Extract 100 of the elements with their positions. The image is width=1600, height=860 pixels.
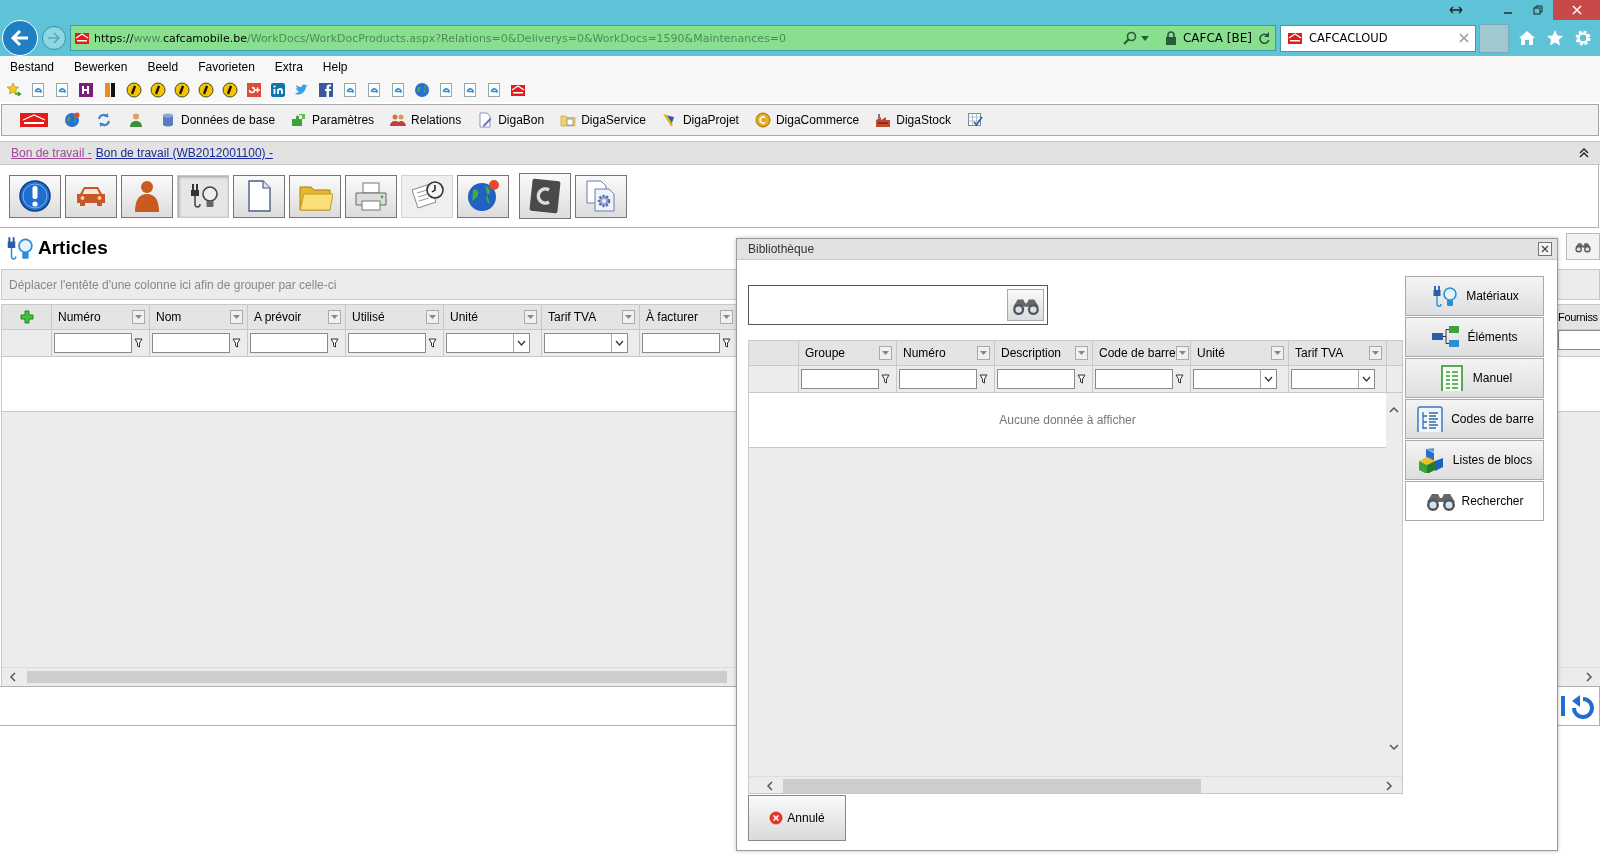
close-button[interactable]: [1538, 242, 1552, 256]
filter-dropdown[interactable]: [446, 333, 530, 353]
cancel-button[interactable]: Annulé: [748, 795, 846, 841]
refresh-icon[interactable]: [1258, 32, 1270, 44]
column-header[interactable]: Tarif TVA: [1295, 346, 1344, 360]
web-page-icon[interactable]: [342, 82, 358, 98]
section-button[interactable]: [177, 174, 229, 218]
filter-dropdown[interactable]: [1291, 369, 1375, 389]
column-menu-button[interactable]: [622, 310, 635, 324]
person-icon[interactable]: [128, 112, 144, 128]
web-page-icon[interactable]: [438, 82, 454, 98]
filter-field[interactable]: [152, 333, 230, 353]
letter-square-icon[interactable]: [78, 82, 94, 98]
menu-item[interactable]: Bestand: [0, 60, 65, 74]
scrollbar-thumb[interactable]: [27, 671, 727, 683]
browser-tab[interactable]: CAFCACLOUD: [1280, 24, 1476, 52]
square-logo-icon[interactable]: [318, 82, 334, 98]
undo-icon[interactable]: [1561, 693, 1595, 719]
square-logo-icon[interactable]: [270, 82, 286, 98]
column-menu-button[interactable]: [230, 310, 243, 324]
column-menu-button[interactable]: [1369, 346, 1382, 360]
checklist-icon[interactable]: [966, 112, 983, 128]
site-logo-icon[interactable]: [510, 82, 526, 98]
caret-icon[interactable]: [1140, 35, 1149, 41]
bird-icon[interactable]: [294, 82, 310, 98]
menu-item[interactable]: Extra: [264, 60, 313, 74]
column-header[interactable]: Description: [1001, 346, 1062, 360]
column-header[interactable]: Numéro: [903, 346, 946, 360]
web-page-icon[interactable]: [486, 82, 502, 98]
site-identity[interactable]: CAFCA [BE]: [1182, 31, 1252, 45]
home-icon[interactable]: [1518, 29, 1536, 47]
close-icon[interactable]: [1459, 33, 1469, 43]
column-header[interactable]: Code de barre: [1099, 346, 1176, 360]
filter-field[interactable]: [899, 369, 977, 389]
scrollbar-thumb[interactable]: [783, 778, 1201, 793]
toolbar-item[interactable]: Données de base: [152, 112, 284, 128]
column-header[interactable]: A prévoir: [254, 310, 302, 324]
web-page-icon[interactable]: [54, 82, 70, 98]
toolbar-item[interactable]: DigaBon: [469, 112, 553, 128]
web-page-icon[interactable]: [390, 82, 406, 98]
search-icon[interactable]: [1122, 31, 1137, 45]
menu-item[interactable]: Bewerken: [64, 60, 138, 74]
library-button[interactable]: Listes de blocs: [1405, 440, 1544, 480]
filter-field[interactable]: [1095, 369, 1173, 389]
add-icon[interactable]: [19, 310, 34, 324]
section-button[interactable]: [519, 173, 571, 219]
column-header[interactable]: Numéro: [58, 310, 101, 324]
toolbar-item[interactable]: Relations: [382, 112, 470, 128]
restore-icon[interactable]: [1533, 5, 1543, 15]
brand-logo-icon[interactable]: [20, 112, 48, 128]
column-menu-button[interactable]: [1271, 346, 1284, 360]
column-menu-button[interactable]: [720, 310, 733, 324]
library-button[interactable]: Rechercher: [1405, 481, 1544, 521]
filter-field[interactable]: [54, 333, 132, 353]
round-sign-icon[interactable]: [198, 82, 214, 98]
web-page-icon[interactable]: [30, 82, 46, 98]
round-sign-icon[interactable]: [222, 82, 238, 98]
filter-field[interactable]: [348, 333, 426, 353]
star-icon[interactable]: [1546, 29, 1564, 47]
library-button[interactable]: Manuel: [1405, 358, 1544, 398]
square-plus-icon[interactable]: [246, 82, 262, 98]
star-arrow-icon[interactable]: [6, 82, 22, 98]
menu-item[interactable]: Help: [312, 60, 358, 74]
column-header[interactable]: Utilisé: [352, 310, 385, 324]
column-menu-button[interactable]: [426, 310, 439, 324]
bar-logo-icon[interactable]: [102, 82, 118, 98]
globe-icon[interactable]: [414, 82, 430, 98]
address-bar[interactable]: https://www.cafcamobile.be/WorkDocs/WorkDocProducts.aspx?Relations=0&Deliverys=0&WorkDocs=1590&Maintenances=0 CAFCA [BE]: [70, 25, 1276, 51]
column-menu-button[interactable]: [1075, 346, 1088, 360]
column-menu-button[interactable]: [328, 310, 341, 324]
back-button[interactable]: [2, 20, 38, 56]
column-header[interactable]: Groupe: [805, 346, 846, 360]
collapse-icon[interactable]: [1579, 148, 1589, 158]
toolbar-item[interactable]: DigaProjet: [653, 112, 747, 128]
menu-item[interactable]: Beeld: [137, 60, 189, 74]
breadcrumb-link[interactable]: Bon de travail -: [11, 146, 92, 160]
column-menu-button[interactable]: [524, 310, 537, 324]
round-sign-icon[interactable]: [174, 82, 190, 98]
library-button[interactable]: Codes de barre: [1405, 399, 1544, 439]
column-menu-button[interactable]: [879, 346, 892, 360]
column-header[interactable]: Unité: [1197, 346, 1225, 360]
resize-arrows-icon[interactable]: [1449, 5, 1463, 15]
web-page-icon[interactable]: [462, 82, 478, 98]
section-button[interactable]: [457, 174, 509, 218]
filter-field[interactable]: [250, 333, 328, 353]
library-button[interactable]: Matériaux: [1405, 276, 1544, 316]
toolbar-item[interactable]: DigaCommerce: [746, 112, 868, 128]
column-header[interactable]: À facturer: [646, 310, 699, 324]
round-sign-icon[interactable]: [150, 82, 166, 98]
toolbar-item[interactable]: DigaStock: [867, 112, 959, 128]
filter-field[interactable]: [642, 333, 720, 353]
filter-field[interactable]: [997, 369, 1075, 389]
settings-icon[interactable]: [1574, 29, 1592, 47]
round-sign-icon[interactable]: [126, 82, 142, 98]
column-menu-button[interactable]: [132, 310, 145, 324]
filter-dropdown[interactable]: [544, 333, 628, 353]
column-menu-button[interactable]: [1175, 346, 1189, 360]
column-header[interactable]: Tarif TVA: [548, 310, 597, 324]
section-button[interactable]: [9, 174, 61, 218]
library-button[interactable]: Éléments: [1405, 317, 1544, 357]
